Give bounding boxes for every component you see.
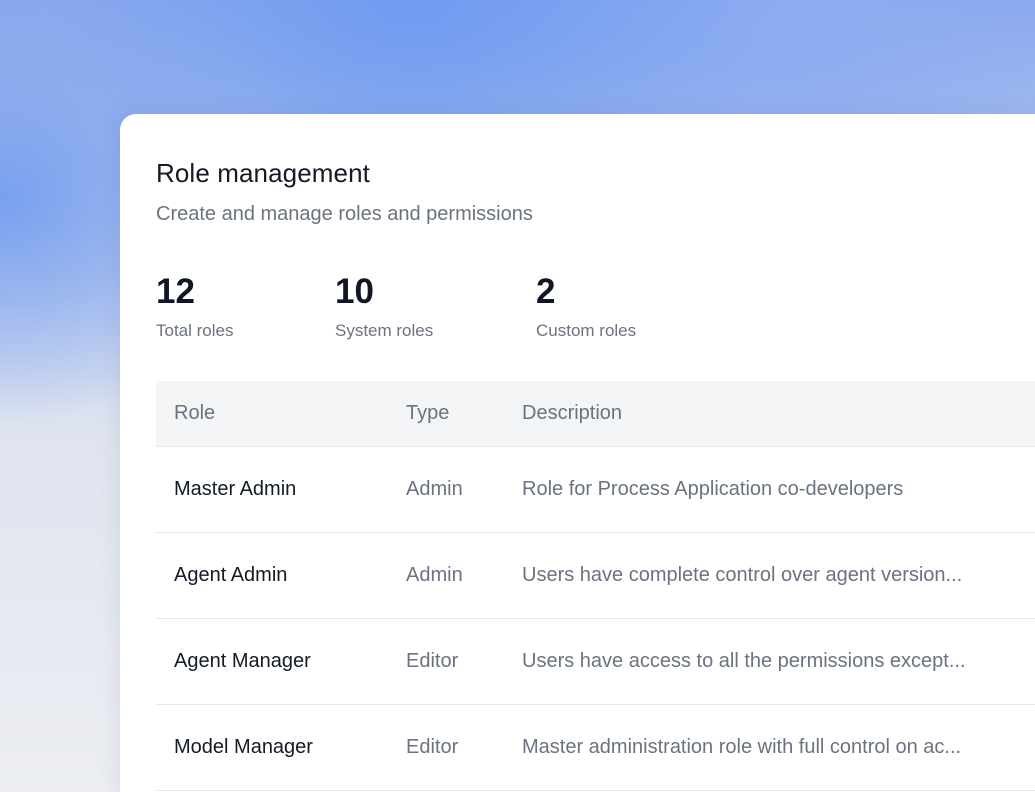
stat-value: 10: [335, 272, 374, 311]
stat-label: Total roles: [156, 321, 234, 340]
cell-description: Role for Process Application co-develope…: [522, 478, 904, 500]
table-row[interactable]: Master Admin Admin Role for Process Appl…: [156, 447, 1035, 533]
stat-label: System roles: [335, 321, 434, 340]
stat-value: 2: [536, 272, 556, 311]
column-header-description[interactable]: Description: [522, 402, 1035, 425]
cell-type: Editor: [406, 650, 459, 672]
column-header-type[interactable]: Type: [406, 402, 522, 425]
cell-role: Model Manager: [174, 736, 313, 758]
role-management-panel: Role management Create and manage roles …: [120, 114, 1035, 792]
cell-type: Admin: [406, 564, 463, 586]
column-header-role[interactable]: Role: [156, 402, 406, 425]
cell-role: Master Admin: [174, 478, 297, 500]
cell-role: Agent Manager: [174, 650, 311, 672]
background: Role management Create and manage roles …: [0, 0, 1035, 792]
stat-custom-roles: 2 Custom roles: [536, 272, 636, 341]
stat-total-roles: 12 Total roles: [156, 272, 233, 341]
stat-system-roles: 10 System roles: [335, 272, 433, 341]
stat-label: Custom roles: [536, 321, 637, 340]
table-row[interactable]: Model Manager Editor Master administrati…: [156, 705, 1035, 791]
stat-value: 12: [156, 272, 195, 311]
page-subtitle: Create and manage roles and permissions: [156, 203, 533, 225]
cell-description: Master administration role with full con…: [522, 736, 962, 758]
cell-description: Users have access to all the permissions…: [522, 650, 966, 672]
table-row[interactable]: Agent Admin Admin Users have complete co…: [156, 533, 1035, 619]
page-title: Role management: [156, 158, 370, 188]
cell-type: Admin: [406, 478, 463, 500]
table-header: Role Type Description: [156, 381, 1035, 447]
cell-type: Editor: [406, 736, 459, 758]
cell-role: Agent Admin: [174, 564, 288, 586]
roles-table: Role Type Description Master Admin Admin…: [156, 381, 1035, 791]
table-row[interactable]: Agent Manager Editor Users have access t…: [156, 619, 1035, 705]
cell-description: Users have complete control over agent v…: [522, 564, 963, 586]
